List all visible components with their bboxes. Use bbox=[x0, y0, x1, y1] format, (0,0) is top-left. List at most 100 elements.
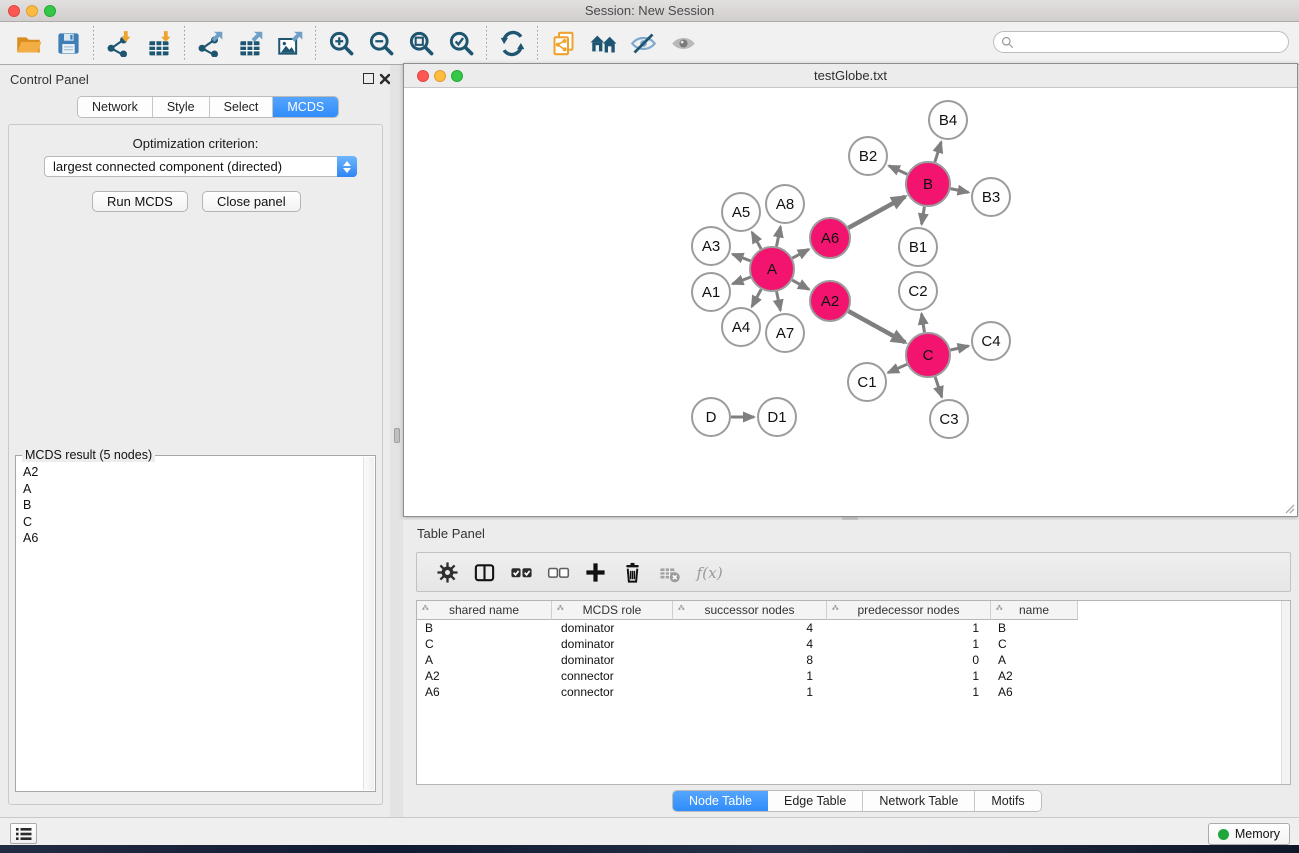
zoom-in-button[interactable] bbox=[321, 25, 361, 61]
export-table-button[interactable] bbox=[230, 25, 270, 61]
result-item[interactable]: A6 bbox=[17, 530, 362, 547]
node-B[interactable]: B bbox=[906, 162, 950, 206]
vertical-splitter-handle[interactable] bbox=[394, 428, 400, 443]
node-A7[interactable]: A7 bbox=[766, 314, 804, 352]
deselect-all-checks-button[interactable] bbox=[540, 556, 577, 588]
table-cell[interactable]: dominator bbox=[552, 620, 673, 636]
import-network-button[interactable] bbox=[99, 25, 139, 61]
zoom-selected-button[interactable] bbox=[441, 25, 481, 61]
node-A3[interactable]: A3 bbox=[692, 227, 730, 265]
edge-C-C3[interactable] bbox=[935, 377, 942, 397]
export-image-button[interactable] bbox=[270, 25, 310, 61]
node-A2[interactable]: A2 bbox=[810, 281, 850, 321]
criterion-select[interactable]: largest connected component (directed) bbox=[44, 156, 357, 177]
node-A5[interactable]: A5 bbox=[722, 193, 760, 231]
select-all-checks-button[interactable] bbox=[503, 556, 540, 588]
table-cell[interactable]: dominator bbox=[552, 636, 673, 652]
table-row[interactable]: Cdominator41C bbox=[417, 636, 1290, 652]
edge-C-C1[interactable] bbox=[888, 364, 907, 372]
table-row[interactable]: A2connector11A2 bbox=[417, 668, 1290, 684]
table-row[interactable]: Bdominator41B bbox=[417, 620, 1290, 636]
table-cell[interactable]: A6 bbox=[991, 684, 1078, 700]
edge-C-C2[interactable] bbox=[922, 314, 925, 333]
close-panel-button[interactable]: Close panel bbox=[202, 191, 301, 212]
open-file-button[interactable] bbox=[8, 25, 48, 61]
edge-A-A4[interactable] bbox=[752, 289, 761, 306]
hide-selected-button[interactable] bbox=[623, 25, 663, 61]
column-header-shared-name[interactable]: shared name bbox=[417, 601, 552, 620]
show-all-button[interactable] bbox=[663, 25, 703, 61]
table-row[interactable]: Adominator80A bbox=[417, 652, 1290, 668]
edge-B-B4[interactable] bbox=[935, 142, 941, 162]
edge-B-B2[interactable] bbox=[889, 166, 907, 175]
table-cell[interactable]: A2 bbox=[991, 668, 1078, 684]
tab-select[interactable]: Select bbox=[210, 97, 274, 117]
column-header-successor-nodes[interactable]: successor nodes bbox=[673, 601, 827, 620]
tab-mcds[interactable]: MCDS bbox=[273, 97, 338, 117]
table-scrollbar[interactable] bbox=[1281, 601, 1290, 784]
table-cell[interactable]: A bbox=[991, 652, 1078, 668]
toggle-columns-button[interactable] bbox=[466, 556, 503, 588]
column-header-MCDS-role[interactable]: MCDS role bbox=[552, 601, 673, 620]
edge-B-B3[interactable] bbox=[951, 189, 969, 193]
mcds-result-list[interactable]: A2ABCA6 bbox=[17, 464, 362, 790]
search-field[interactable] bbox=[993, 31, 1289, 53]
node-D[interactable]: D bbox=[692, 398, 730, 436]
import-table-button[interactable] bbox=[139, 25, 179, 61]
node-A6[interactable]: A6 bbox=[810, 218, 850, 258]
export-network-button[interactable] bbox=[190, 25, 230, 61]
network-canvas[interactable]: AA1A3A4A5A7A8A6A2BB1B2B3B4CC1C2C3C4DD1 bbox=[404, 88, 1297, 516]
node-B4[interactable]: B4 bbox=[929, 101, 967, 139]
node-A8[interactable]: A8 bbox=[766, 185, 804, 223]
add-column-button[interactable] bbox=[577, 556, 614, 588]
tab-network[interactable]: Network bbox=[78, 97, 153, 117]
node-C[interactable]: C bbox=[906, 333, 950, 377]
import-public-network-button[interactable] bbox=[543, 25, 583, 61]
table-cell[interactable]: 8 bbox=[673, 652, 827, 668]
save-session-button[interactable] bbox=[48, 25, 88, 61]
edge-A-A5[interactable] bbox=[752, 232, 761, 249]
node-B2[interactable]: B2 bbox=[849, 137, 887, 175]
node-C1[interactable]: C1 bbox=[848, 363, 886, 401]
delete-column-button[interactable] bbox=[614, 556, 651, 588]
tab-node-table[interactable]: Node Table bbox=[673, 791, 768, 811]
zoom-fit-button[interactable] bbox=[401, 25, 441, 61]
node-C3[interactable]: C3 bbox=[930, 400, 968, 438]
table-cell[interactable]: C bbox=[991, 636, 1078, 652]
resize-grip-icon[interactable] bbox=[1283, 502, 1295, 514]
edge-A-A8[interactable] bbox=[777, 227, 781, 247]
edge-A-A6[interactable] bbox=[792, 249, 809, 258]
node-A4[interactable]: A4 bbox=[722, 308, 760, 346]
tab-edge-table[interactable]: Edge Table bbox=[768, 791, 863, 811]
tab-network-table[interactable]: Network Table bbox=[863, 791, 975, 811]
edge-A-A3[interactable] bbox=[733, 254, 751, 261]
table-cell[interactable]: 1 bbox=[673, 668, 827, 684]
table-cell[interactable]: A2 bbox=[417, 668, 552, 684]
column-header-predecessor-nodes[interactable]: predecessor nodes bbox=[827, 601, 991, 620]
table-cell[interactable]: 1 bbox=[827, 668, 991, 684]
node-C4[interactable]: C4 bbox=[972, 322, 1010, 360]
table-row[interactable]: A6connector11A6 bbox=[417, 684, 1290, 700]
node-D1[interactable]: D1 bbox=[758, 398, 796, 436]
result-item[interactable]: B bbox=[17, 497, 362, 514]
table-cell[interactable]: C bbox=[417, 636, 552, 652]
node-A1[interactable]: A1 bbox=[692, 273, 730, 311]
node-B3[interactable]: B3 bbox=[972, 178, 1010, 216]
result-item[interactable]: C bbox=[17, 514, 362, 531]
table-cell[interactable]: B bbox=[991, 620, 1078, 636]
table-cell[interactable]: B bbox=[417, 620, 552, 636]
refresh-layout-button[interactable] bbox=[492, 25, 532, 61]
result-list-scrollbar[interactable] bbox=[363, 457, 374, 790]
tab-style[interactable]: Style bbox=[153, 97, 210, 117]
edge-A-A2[interactable] bbox=[792, 280, 809, 289]
table-cell[interactable]: dominator bbox=[552, 652, 673, 668]
table-cell[interactable]: connector bbox=[552, 668, 673, 684]
table-cell[interactable]: connector bbox=[552, 684, 673, 700]
table-cell[interactable]: 4 bbox=[673, 636, 827, 652]
show-panels-button[interactable] bbox=[10, 823, 37, 844]
column-header-name[interactable]: name bbox=[991, 601, 1078, 620]
table-cell[interactable]: A bbox=[417, 652, 552, 668]
result-item[interactable]: A bbox=[17, 481, 362, 498]
node-B1[interactable]: B1 bbox=[899, 228, 937, 266]
edge-A6-B[interactable] bbox=[848, 197, 905, 228]
